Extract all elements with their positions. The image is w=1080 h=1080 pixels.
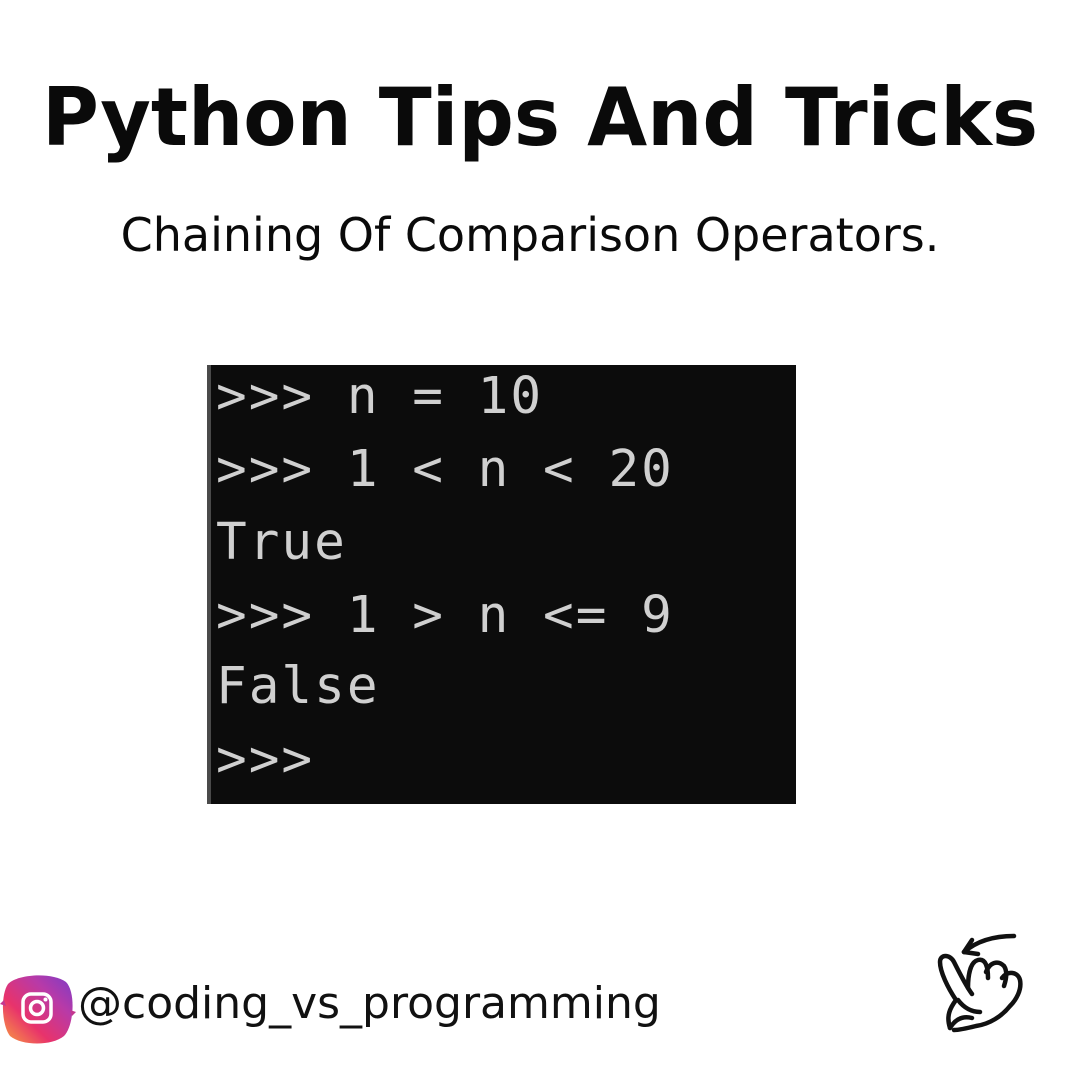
page-title: Python Tips And Tricks — [41, 71, 1039, 164]
terminal-line: False — [216, 657, 380, 716]
instagram-icon[interactable] — [0, 970, 78, 1048]
instagram-handle[interactable]: @coding_vs_programming — [78, 982, 661, 1026]
terminal-line: >>> n = 10 — [216, 367, 544, 426]
terminal-line: True — [216, 513, 347, 572]
terminal-line: >>> 1 < n < 20 — [216, 440, 674, 499]
terminal-screenshot: >>> n = 10 >>> 1 < n < 20 True >>> 1 > n… — [207, 365, 796, 804]
swipe-hand-icon — [928, 920, 1048, 1040]
terminal-line: >>> — [216, 730, 315, 789]
page-subtitle: Chaining Of Comparison Operators. — [120, 208, 940, 262]
terminal-edge — [207, 365, 211, 804]
terminal-line: >>> 1 > n <= 9 — [216, 586, 674, 645]
